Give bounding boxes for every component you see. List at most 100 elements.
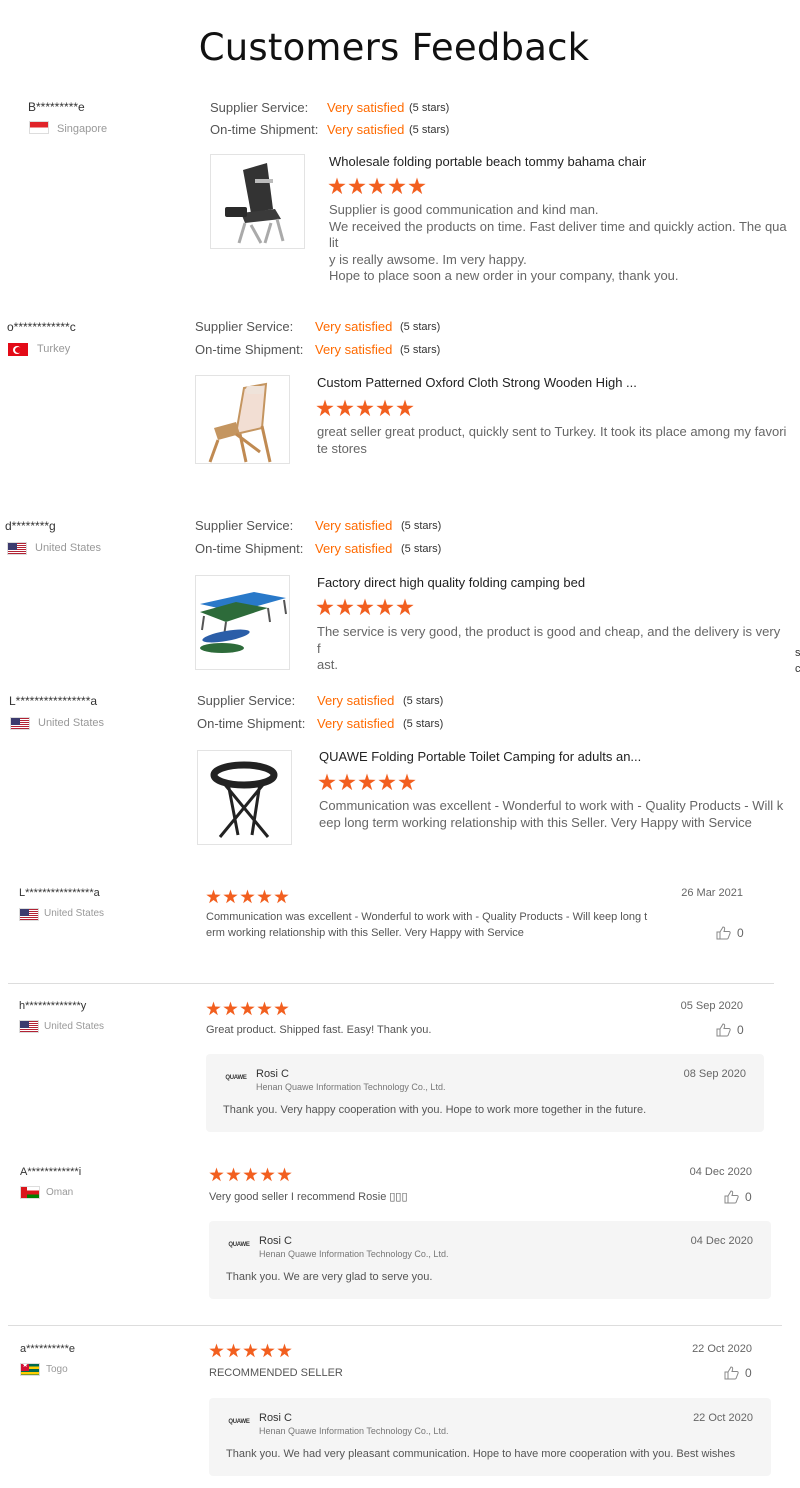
reviewer-country: United States — [44, 1021, 105, 1032]
star-icon — [396, 598, 414, 616]
product-thumbnail[interactable] — [210, 154, 305, 249]
reviewer-name: A************i — [20, 1166, 82, 1178]
supplier-service-value: Very satisfied — [327, 100, 405, 115]
reply-text: Thank you. Very happy cooperation with y… — [223, 1104, 647, 1116]
star-icon — [338, 773, 356, 791]
supplier-service-stars: (5 stars) — [401, 520, 442, 532]
rating-stars — [209, 1167, 292, 1182]
supplier-service-label: Supplier Service: — [210, 100, 309, 115]
reviewer-name: L****************a — [9, 694, 98, 708]
usa-flag-icon — [19, 1020, 39, 1033]
seller-reply: QUAWE Rosi C Henan Quawe Information Tec… — [206, 1054, 764, 1132]
wooden-chair-image — [196, 376, 289, 463]
star-icon — [277, 1167, 292, 1182]
star-icon — [223, 1001, 238, 1016]
like-count: 0 — [737, 926, 744, 940]
page-title: Customers Feedback — [198, 26, 590, 69]
camping-bed-image — [196, 576, 289, 669]
ontime-shipment-value: Very satisfied — [315, 342, 393, 357]
rating-stars — [316, 598, 414, 616]
star-icon — [240, 889, 255, 904]
review-date: 26 Mar 2021 — [681, 887, 743, 899]
product-thumbnail[interactable] — [195, 575, 290, 670]
product-thumbnail[interactable] — [195, 375, 290, 464]
rating-stars — [209, 1343, 292, 1358]
star-icon — [348, 177, 366, 195]
camping-toilet-image — [198, 751, 291, 844]
like-count: 0 — [737, 1023, 744, 1037]
star-icon — [336, 399, 354, 417]
ontime-shipment-stars: (5 stars) — [409, 124, 450, 136]
star-icon — [240, 1001, 255, 1016]
ontime-shipment-value: Very satisfied — [317, 716, 395, 731]
star-icon — [260, 1343, 275, 1358]
rating-stars — [328, 177, 426, 195]
supplier-service-value: Very satisfied — [317, 693, 395, 708]
star-icon — [206, 1001, 221, 1016]
singapore-flag-icon — [29, 121, 49, 134]
product-thumbnail[interactable] — [197, 750, 292, 845]
star-icon — [376, 399, 394, 417]
like-button[interactable]: 0 — [716, 926, 744, 940]
reviewer-country: United States — [35, 542, 102, 554]
supplier-service-stars: (5 stars) — [403, 695, 444, 707]
product-title[interactable]: QUAWE Folding Portable Toilet Camping fo… — [319, 749, 641, 764]
star-icon — [226, 1167, 241, 1182]
star-icon — [274, 889, 289, 904]
reviewer-country: Turkey — [37, 343, 71, 355]
reviewer-country: United States — [44, 908, 105, 919]
thumbs-up-icon — [724, 1190, 739, 1204]
review-comment: Supplier is good communication and kind … — [329, 202, 787, 283]
product-title[interactable]: Factory direct high quality folding camp… — [317, 575, 585, 590]
ontime-shipment-label: On-time Shipment: — [195, 342, 304, 357]
reviewer-country: United States — [38, 717, 105, 729]
review-comment: Very good seller I recommend Rosie ▯▯▯ — [209, 1191, 408, 1203]
star-icon — [368, 177, 386, 195]
reviewer-name: B*********e — [28, 100, 85, 114]
rating-stars — [316, 399, 414, 417]
like-button[interactable]: 0 — [716, 1023, 744, 1037]
oman-flag-icon — [20, 1186, 40, 1199]
rating-stars — [206, 1001, 289, 1016]
thumbs-up-icon — [724, 1366, 739, 1380]
star-icon — [223, 889, 238, 904]
review-comment: Communication was excellent - Wonderful … — [319, 798, 784, 830]
review-comment: Great product. Shipped fast. Easy! Thank… — [206, 1024, 432, 1036]
supplier-service-label: Supplier Service: — [195, 518, 294, 533]
supplier-service-stars: (5 stars) — [400, 321, 441, 333]
ontime-shipment-label: On-time Shipment: — [195, 541, 304, 556]
like-button[interactable]: 0 — [724, 1190, 752, 1204]
review-date: 22 Oct 2020 — [692, 1343, 752, 1355]
like-button[interactable]: 0 — [724, 1366, 752, 1380]
reply-text: Thank you. We are very glad to serve you… — [226, 1271, 433, 1283]
star-icon — [336, 598, 354, 616]
ontime-shipment-stars: (5 stars) — [400, 344, 441, 356]
star-icon — [277, 1343, 292, 1358]
review-comment: great seller great product, quickly sent… — [317, 424, 787, 456]
ontime-shipment-label: On-time Shipment: — [210, 122, 319, 137]
reviewer-country: Oman — [46, 1187, 74, 1198]
reply-author: Rosi C — [259, 1235, 293, 1247]
reviewer-name: d********g — [5, 519, 56, 533]
star-icon — [356, 399, 374, 417]
star-icon — [398, 773, 416, 791]
star-icon — [257, 1001, 272, 1016]
reviewer-country: Singapore — [57, 123, 108, 135]
like-count: 0 — [745, 1366, 752, 1380]
reply-date: 22 Oct 2020 — [693, 1412, 753, 1424]
star-icon — [356, 598, 374, 616]
star-icon — [378, 773, 396, 791]
review-comment: The service is very good, the product is… — [317, 624, 781, 672]
star-icon — [243, 1167, 258, 1182]
product-title[interactable]: Custom Patterned Oxford Cloth Strong Woo… — [317, 375, 637, 390]
star-icon — [328, 177, 346, 195]
rating-stars — [206, 889, 289, 904]
star-icon — [226, 1343, 241, 1358]
ontime-shipment-stars: (5 stars) — [401, 543, 442, 555]
reply-company: Henan Quawe Information Technology Co., … — [259, 1426, 449, 1436]
product-title[interactable]: Wholesale folding portable beach tommy b… — [329, 154, 646, 169]
review-date: 04 Dec 2020 — [689, 1166, 752, 1178]
star-icon — [243, 1343, 258, 1358]
divider — [8, 1325, 782, 1326]
reviewer-name: h*************y — [19, 1000, 87, 1012]
